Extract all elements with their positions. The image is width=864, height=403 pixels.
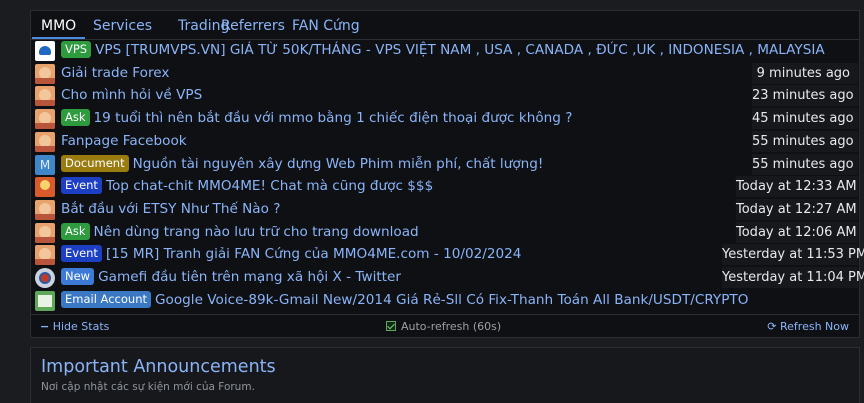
thread-prefix-badge[interactable]: Event [61,245,102,263]
user-avatar[interactable] [35,177,55,198]
user-avatar[interactable]: M [35,154,55,175]
thread-title-text: Giải trade Forex [61,64,170,81]
thread-title-link[interactable]: Bắt đầu với ETSY Như Thế Nào ? [61,199,730,220]
thread-prefix-badge[interactable]: Event [61,177,102,195]
refresh-icon: ⟳ [767,320,777,333]
thread-row: Email Account Google Voice-89k-Gmail New/… [34,290,858,311]
auto-refresh-toggle[interactable]: Auto-refresh (60s) [386,319,501,335]
tab-referrers[interactable]: Referrers [212,14,294,39]
thread-row: Event Top chat-chit MMO4ME! Chat mà cũng … [34,176,858,198]
thread-title-text: Top chat-chit MMO4ME! Chat mà cũng được … [105,178,434,195]
thread-title-text: 19 tuổi thì nên bắt đầu với mmo bằng 1 c… [93,110,573,127]
last-post-time[interactable]: Today at 12:33 AM [736,176,858,198]
user-avatar[interactable] [35,199,55,220]
thread-title-text: Fanpage Facebook [61,132,187,149]
announcements-title[interactable]: Important Announcements [41,357,276,377]
thread-row: Fanpage Facebook 55 minutes ago [34,130,858,152]
thread-title-link[interactable]: Cho mình hỏi về VPS [61,85,746,106]
thread-row: Ask Nên dùng trang nào lưu trữ cho trang … [34,221,858,243]
thread-row: Event [15 MR] Tranh giải FAN Cứng của MMO… [34,244,864,266]
thread-prefix-badge[interactable]: Email Account [61,290,151,308]
thread-title-link[interactable]: Ask 19 tuổi thì nên bắt đầu với mmo bằng … [61,108,746,129]
last-post-time[interactable]: Today at 12:27 AM [736,198,858,220]
thread-row: Giải trade Forex 9 minutes ago [34,62,858,84]
user-avatar[interactable] [35,86,55,107]
thread-title-link[interactable]: New Gamefi đầu tiên trên mạng xã hội X - … [61,267,716,288]
thread-row: Ask 19 tuổi thì nên bắt đầu với mmo bằng … [34,108,858,130]
tab-fan-cung[interactable]: FAN Cứng [283,14,369,39]
thread-prefix-badge[interactable]: VPS [61,41,92,58]
thread-prefix-badge[interactable]: New [61,268,95,285]
last-post-time[interactable]: 45 minutes ago [752,108,858,130]
thread-prefix-badge[interactable]: Ask [61,109,90,127]
thread-title-text: VPS [TRUMVPS.VN] GIÁ TỪ 50K/THÁNG - VPS … [95,42,825,58]
thread-title-link[interactable]: Event [15 MR] Tranh giải FAN Cứng của MMO… [61,244,716,265]
last-post-time[interactable]: 23 minutes ago [752,85,858,107]
thread-title-link[interactable]: Ask Nên dùng trang nào lưu trữ cho trang … [61,222,730,243]
user-avatar[interactable] [35,268,55,288]
thread-row: Bắt đầu với ETSY Như Thế Nào ? Today at 1… [34,198,858,220]
thread-title-link[interactable]: VPS VPS [TRUMVPS.VN] GIÁ TỪ 50K/THÁNG - V… [61,40,854,61]
refresh-now-label: Refresh Now [780,320,849,333]
user-avatar[interactable] [35,222,55,243]
user-avatar[interactable] [35,131,55,152]
hide-stats-label: Hide Stats [52,320,110,333]
announcements-subtitle: Nơi cập nhật các sự kiện mới của Forum. [41,381,255,393]
thread-title-text: Google Voice-89k-Gmail New/2014 Giá Rẻ-S… [155,291,749,308]
thread-title-link[interactable]: Event Top chat-chit MMO4ME! Chat mà cũng … [61,176,730,197]
thread-title-text: Gamefi đầu tiên trên mạng xã hội X - Twi… [98,269,401,285]
hide-stats-link[interactable]: − Hide Stats [40,319,109,335]
widget-footer: − Hide Stats Auto-refresh (60s) ⟳ Refres… [31,314,859,338]
user-avatar[interactable] [35,245,55,266]
refresh-now-link[interactable]: ⟳ Refresh Now [767,319,849,335]
thread-title-text: Nên dùng trang nào lưu trữ cho trang dow… [93,223,419,240]
widget-tabs: MMO Services Trading Referrers FAN Cứng [31,11,859,39]
last-post-time[interactable]: Today at 12:06 AM [736,221,858,243]
thread-title-link[interactable]: Fanpage Facebook [61,131,746,152]
tab-services[interactable]: Services [84,14,161,39]
user-avatar[interactable] [35,41,55,61]
user-avatar[interactable] [35,63,55,84]
thread-title-text: Bắt đầu với ETSY Như Thế Nào ? [61,200,281,217]
tab-mmo[interactable]: MMO [32,14,86,39]
thread-title-link[interactable]: Email Account Google Voice-89k-Gmail New/… [61,290,854,311]
thread-row: VPS VPS [TRUMVPS.VN] GIÁ TỪ 50K/THÁNG - V… [34,40,858,61]
last-post-time[interactable]: 55 minutes ago [752,153,858,175]
minus-icon: − [40,320,50,333]
auto-refresh-label: Auto-refresh (60s) [401,320,502,333]
thread-row: M Document Nguồn tài nguyên xây dựng Web P… [34,153,858,175]
thread-prefix-badge[interactable]: Ask [61,222,90,240]
thread-row: Cho mình hỏi về VPS 23 minutes ago [34,85,858,107]
user-avatar[interactable] [35,290,55,311]
last-post-time[interactable]: Yesterday at 11:04 PM [722,267,864,288]
thread-title-link[interactable]: Document Nguồn tài nguyên xây dựng Web Ph… [61,154,746,175]
thread-row: New Gamefi đầu tiên trên mạng xã hội X - … [34,267,864,288]
thread-title-text: Nguồn tài nguyên xây dựng Web Phim miễn … [132,155,544,172]
announcements-block: Important Announcements Nơi cập nhật các… [30,347,860,403]
thread-title-text: Cho mình hỏi về VPS [61,87,203,104]
thread-prefix-badge[interactable]: Document [61,154,129,172]
checkbox-checked-icon[interactable] [386,321,396,331]
last-post-time[interactable]: 9 minutes ago [752,62,858,84]
new-posts-widget: MMO Services Trading Referrers FAN Cứng … [30,10,864,338]
thread-title-link[interactable]: Giải trade Forex [61,63,746,84]
last-post-time[interactable]: Yesterday at 11:53 PM [722,244,864,266]
last-post-time[interactable]: 55 minutes ago [752,130,858,152]
user-avatar[interactable] [35,109,55,130]
thread-title-text: [15 MR] Tranh giải FAN Cứng của MMO4ME.c… [105,246,522,263]
